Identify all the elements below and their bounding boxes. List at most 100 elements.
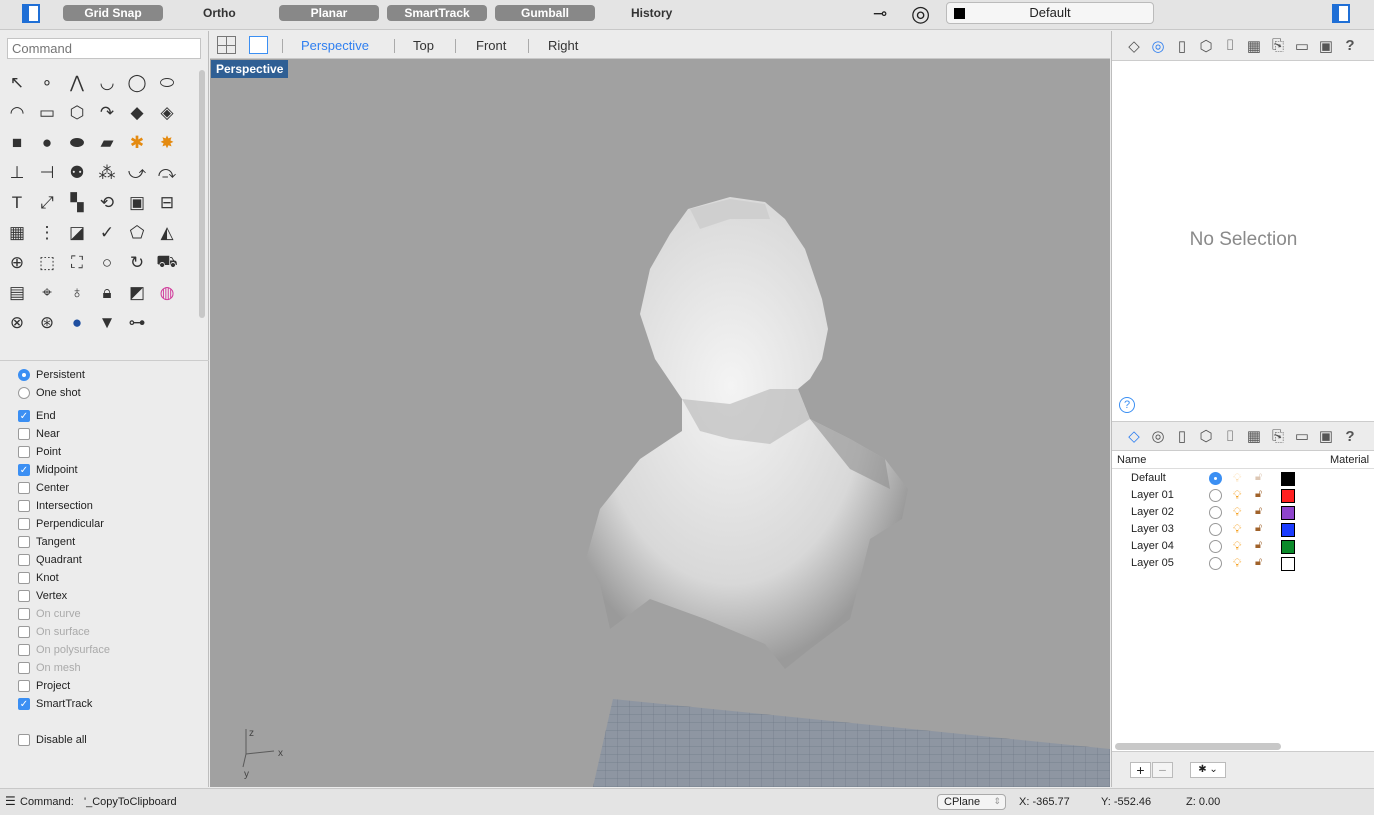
radio-button[interactable] <box>18 369 30 381</box>
grid-snap-toggle[interactable]: Grid Snap <box>63 5 163 21</box>
osnap-mode-persistent[interactable]: Persistent <box>18 366 110 384</box>
notes-icon[interactable]: ⎘ <box>1268 37 1288 54</box>
lock-icon[interactable]: 🔓︎ <box>1255 522 1262 535</box>
zoom-extents-icon[interactable]: ⛶ <box>62 248 92 278</box>
checkbox[interactable] <box>18 518 30 530</box>
lock-icon[interactable]: 🔓︎ <box>1255 488 1262 501</box>
checkbox[interactable] <box>18 482 30 494</box>
lock-icon[interactable]: 🔓︎ <box>1255 539 1262 552</box>
layers-horizontal-scrollbar[interactable] <box>1115 743 1281 750</box>
layer-row[interactable]: Layer 03 💡︎ 🔓︎ <box>1112 521 1374 538</box>
osnap-center[interactable]: Center <box>18 479 110 497</box>
object-properties-icon[interactable]: ◎ <box>1148 427 1168 445</box>
layer-row[interactable]: Layer 01 💡︎ 🔓︎ <box>1112 487 1374 504</box>
layer-color-swatch[interactable] <box>1281 557 1295 571</box>
layer-options-button[interactable]: ✱ ⌄ <box>1190 762 1226 778</box>
dimension-icon[interactable]: ⊟ <box>152 188 182 218</box>
tab-front[interactable]: Front <box>476 38 506 53</box>
layer-row[interactable]: Layer 05 💡︎ 🔓︎ <box>1112 555 1374 572</box>
tool-palette-scrollbar[interactable] <box>199 70 205 318</box>
grid-icon[interactable]: ▦ <box>2 218 32 248</box>
tree-icon[interactable]: ⊶ <box>122 308 152 338</box>
osnap-mode-one-shot[interactable]: One shot <box>18 384 110 402</box>
column-name[interactable]: Name <box>1117 451 1146 469</box>
planar-toggle[interactable]: Planar <box>279 5 379 21</box>
pointer-icon[interactable]: ↖ <box>2 68 32 98</box>
layer-color-swatch[interactable] <box>1281 506 1295 520</box>
material-icon[interactable]: ◩ <box>122 278 152 308</box>
osnap-disable-all[interactable]: Disable all <box>18 731 110 749</box>
object-properties-icon[interactable]: ◎ <box>1148 37 1168 55</box>
solid-icon[interactable]: ▣ <box>122 188 152 218</box>
rotate-icon[interactable]: ⟲ <box>92 188 122 218</box>
lock-icon[interactable]: 🔒︎ <box>92 278 122 308</box>
move-icon[interactable]: ⤢ <box>32 188 62 218</box>
cylinder-icon[interactable]: ⬬ <box>62 128 92 158</box>
car-icon[interactable]: ⛟ <box>152 248 182 278</box>
points-icon[interactable]: ⁂ <box>92 158 122 188</box>
help-button[interactable]: ? <box>1119 397 1135 413</box>
layer-row[interactable]: Layer 04 💡︎ 🔓︎ <box>1112 538 1374 555</box>
display-icon[interactable]: ▣ <box>1316 37 1336 55</box>
tab-perspective[interactable]: Perspective <box>301 38 369 53</box>
viewport-icon[interactable]: ▭ <box>1292 427 1312 445</box>
lightbulb-icon[interactable]: 💡︎ <box>1233 471 1241 486</box>
sphere-icon[interactable]: ● <box>32 128 62 158</box>
checkbox[interactable] <box>18 608 30 620</box>
osnap-near[interactable]: Near <box>18 425 110 443</box>
layer-color-swatch[interactable] <box>1281 472 1295 486</box>
osnap-end[interactable]: ✓ End <box>18 407 110 425</box>
tab-top[interactable]: Top <box>413 38 434 53</box>
display-icon[interactable]: ▣ <box>1316 427 1336 445</box>
align-icon[interactable]: ⋮ <box>32 218 62 248</box>
perspective-viewport[interactable]: Perspective z x y <box>210 59 1110 787</box>
surface-icon[interactable]: ◆ <box>122 98 152 128</box>
split-icon[interactable]: ⊣ <box>32 158 62 188</box>
grid-icon[interactable]: ▦ <box>1244 427 1264 445</box>
radio-button[interactable] <box>18 387 30 399</box>
osnap-vertex[interactable]: Vertex <box>18 587 110 605</box>
checkbox[interactable]: ✓ <box>18 698 30 710</box>
command-input[interactable] <box>7 38 201 59</box>
circle-icon[interactable]: ◯ <box>122 68 152 98</box>
arc-icon[interactable]: ◠ <box>2 98 32 128</box>
layer-name[interactable]: Default <box>1131 472 1166 484</box>
cplane-icon[interactable]: ▤ <box>2 278 32 308</box>
osnap-perpendicular[interactable]: Perpendicular <box>18 515 110 533</box>
mesh-icon[interactable]: ⬠ <box>122 218 152 248</box>
light-icon[interactable]: ♁ <box>62 278 92 308</box>
ellipse-icon[interactable]: ⬭ <box>152 68 182 98</box>
current-layer-radio[interactable] <box>1209 506 1222 519</box>
checkbox[interactable] <box>18 662 30 674</box>
checkbox[interactable] <box>18 446 30 458</box>
current-layer-radio[interactable] <box>1209 523 1222 536</box>
checkbox[interactable] <box>18 644 30 656</box>
current-layer-select[interactable]: Default <box>946 2 1154 24</box>
osnap-intersection[interactable]: Intersection <box>18 497 110 515</box>
globe-icon[interactable]: ⊛ <box>32 308 62 338</box>
checkbox[interactable] <box>18 500 30 512</box>
trim-icon[interactable]: ⊥ <box>2 158 32 188</box>
layers-icon[interactable]: ◇ <box>1124 37 1144 55</box>
remove-layer-button[interactable]: − <box>1152 762 1173 778</box>
column-material[interactable]: Material <box>1330 451 1369 469</box>
zoom-in-icon[interactable]: ⊕ <box>2 248 32 278</box>
paint-icon[interactable]: ◭ <box>152 218 182 248</box>
gear-icon[interactable]: ✱ <box>122 128 152 158</box>
ortho-toggle[interactable]: Ortho <box>203 5 236 21</box>
help-icon[interactable]: ? <box>1340 37 1360 54</box>
cube-icon[interactable]: ⬡ <box>1196 37 1216 55</box>
camera-icon[interactable]: ⌷ <box>1220 428 1240 445</box>
checkbox[interactable] <box>18 626 30 638</box>
offset-icon[interactable]: ⤼ <box>152 158 182 188</box>
current-layer-radio[interactable] <box>1209 540 1222 553</box>
point-icon[interactable]: ∘ <box>32 68 62 98</box>
lightbulb-icon[interactable]: 💡︎ <box>1233 522 1241 537</box>
curve-icon[interactable]: ◡ <box>92 68 122 98</box>
four-view-icon[interactable] <box>217 36 236 54</box>
layer-color-swatch[interactable] <box>1281 523 1295 537</box>
camera-icon[interactable]: ⌷ <box>1220 37 1240 54</box>
lightbulb-icon[interactable]: 💡︎ <box>1233 488 1241 503</box>
current-layer-radio[interactable] <box>1209 489 1222 502</box>
osnap-knot[interactable]: Knot <box>18 569 110 587</box>
